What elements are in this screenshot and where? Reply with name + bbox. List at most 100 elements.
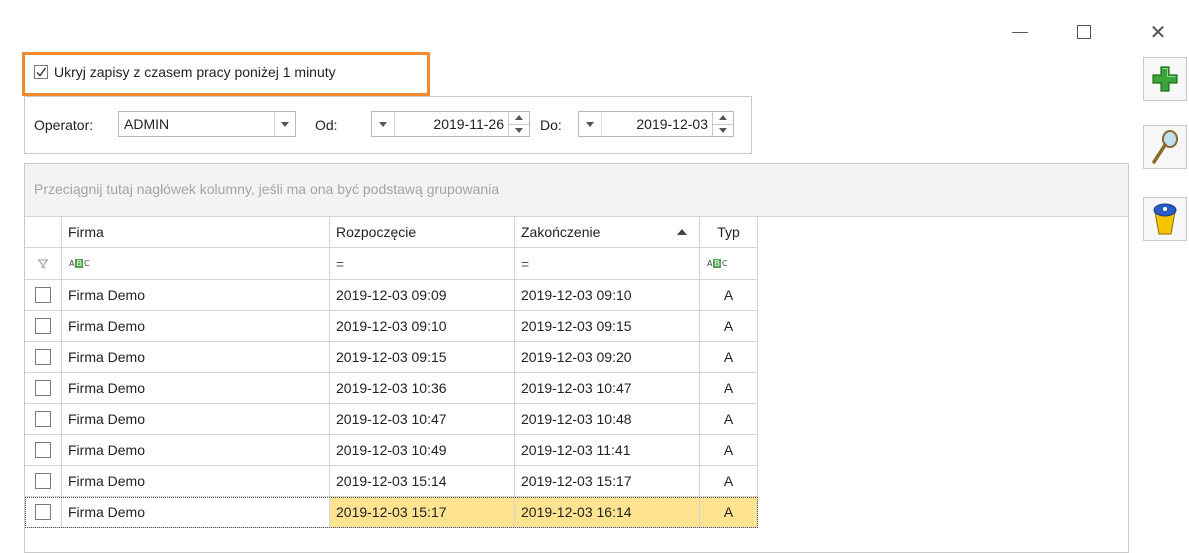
column-header-firma[interactable]: Firma [62, 217, 330, 248]
cell-firma[interactable]: Firma Demo [62, 373, 330, 404]
row-select[interactable] [25, 466, 62, 497]
cell-typ[interactable]: A [700, 373, 758, 404]
cell-rozpoczecie[interactable]: 2019-12-03 10:49 [330, 435, 515, 466]
column-header-rozpoczecie[interactable]: Rozpoczęcie [330, 217, 515, 248]
filter-row-indicator[interactable] [25, 248, 62, 280]
hide-records-option[interactable]: Ukryj zapisy z czasem pracy poniżej 1 mi… [34, 64, 336, 80]
row-select[interactable] [25, 311, 62, 342]
cell-typ[interactable]: A [700, 497, 758, 528]
row-checkbox[interactable] [35, 442, 51, 458]
maximize-button[interactable] [1062, 14, 1106, 50]
date-from-spinner[interactable] [508, 112, 529, 136]
operator-dropdown-button[interactable] [274, 112, 295, 136]
arrow-down-icon [719, 127, 727, 133]
cell-zakonczenie[interactable]: 2019-12-03 15:17 [515, 466, 700, 497]
minimize-button[interactable] [998, 14, 1042, 50]
row-select[interactable] [25, 280, 62, 311]
cell-zakonczenie[interactable]: 2019-12-03 11:41 [515, 435, 700, 466]
column-header-typ[interactable]: Typ [700, 217, 758, 248]
date-to-value: 2019-12-03 [636, 116, 708, 132]
row-select[interactable] [25, 404, 62, 435]
operator-combo[interactable]: ADMIN [118, 111, 296, 137]
arrow-down-icon [515, 127, 523, 133]
spin-down-button[interactable] [509, 125, 529, 137]
header-label: Typ [717, 224, 740, 240]
cell-typ[interactable]: A [700, 311, 758, 342]
close-button[interactable]: ✕ [1136, 14, 1180, 50]
row-select[interactable] [25, 435, 62, 466]
filter-cell-zakonczenie[interactable]: = [515, 248, 700, 280]
header-label: Rozpoczęcie [336, 224, 417, 240]
cell-firma-text: Firma Demo [68, 318, 146, 334]
date-from-dropdown[interactable] [372, 112, 395, 136]
date-to-spinner[interactable] [712, 112, 733, 136]
row-select[interactable] [25, 342, 62, 373]
cell-firma[interactable]: Firma Demo [62, 311, 330, 342]
cell-rozpoczecie[interactable]: 2019-12-03 15:17 [330, 497, 515, 528]
cell-typ-text: A [723, 349, 734, 365]
cell-zakonczenie[interactable]: 2019-12-03 09:15 [515, 311, 700, 342]
cell-rozpoczecie[interactable]: 2019-12-03 10:36 [330, 373, 515, 404]
cell-firma-text: Firma Demo [68, 473, 146, 489]
cell-zakonczenie-text: 2019-12-03 15:17 [521, 473, 632, 489]
spin-up-button[interactable] [509, 112, 529, 125]
cell-rozpoczecie[interactable]: 2019-12-03 10:47 [330, 404, 515, 435]
arrow-up-icon [719, 115, 727, 121]
row-checkbox[interactable] [35, 411, 51, 427]
row-checkbox[interactable] [35, 349, 51, 365]
cell-rozpoczecie[interactable]: 2019-12-03 15:14 [330, 466, 515, 497]
row-checkbox[interactable] [35, 287, 51, 303]
cell-zakonczenie[interactable]: 2019-12-03 10:47 [515, 373, 700, 404]
filter-cell-firma[interactable]: ABC [62, 248, 330, 280]
cell-rozpoczecie[interactable]: 2019-12-03 09:10 [330, 311, 515, 342]
cell-rozpoczecie[interactable]: 2019-12-03 09:15 [330, 342, 515, 373]
cell-firma[interactable]: Firma Demo [62, 342, 330, 373]
add-button[interactable] [1143, 57, 1187, 101]
cell-zakonczenie-text: 2019-12-03 10:48 [521, 411, 632, 427]
cell-rozpoczecie-text: 2019-12-03 09:09 [336, 287, 447, 303]
row-checkbox[interactable] [35, 318, 51, 334]
cell-firma[interactable]: Firma Demo [62, 497, 330, 528]
delete-button[interactable] [1143, 197, 1187, 241]
cell-typ-text: A [723, 442, 734, 458]
cell-rozpoczecie-text: 2019-12-03 10:36 [336, 380, 447, 396]
cell-zakonczenie[interactable]: 2019-12-03 10:48 [515, 404, 700, 435]
row-checkbox[interactable] [35, 504, 51, 520]
cell-typ-text: A [723, 504, 734, 520]
search-button[interactable] [1143, 125, 1187, 169]
cell-rozpoczecie[interactable]: 2019-12-03 09:09 [330, 280, 515, 311]
filter-cell-rozpoczecie[interactable]: = [330, 248, 515, 280]
column-header-zakonczenie[interactable]: Zakończenie [515, 217, 700, 248]
date-to-field[interactable]: 2019-12-03 [578, 111, 734, 137]
spin-up-button[interactable] [713, 112, 733, 125]
hide-records-checkbox[interactable] [34, 65, 48, 79]
date-from-value: 2019-11-26 [433, 116, 504, 132]
minimize-icon [1012, 31, 1028, 33]
row-checkbox[interactable] [35, 473, 51, 489]
cell-firma[interactable]: Firma Demo [62, 404, 330, 435]
cell-zakonczenie-text: 2019-12-03 10:47 [521, 380, 632, 396]
filter-cell-typ[interactable]: ABC [700, 248, 758, 280]
date-from-field[interactable]: 2019-11-26 [371, 111, 530, 137]
cell-typ[interactable]: A [700, 280, 758, 311]
cell-typ[interactable]: A [700, 342, 758, 373]
cell-zakonczenie[interactable]: 2019-12-03 16:14 [515, 497, 700, 528]
spin-down-button[interactable] [713, 125, 733, 137]
cell-typ-text: A [723, 411, 734, 427]
cell-firma[interactable]: Firma Demo [62, 435, 330, 466]
cell-firma[interactable]: Firma Demo [62, 280, 330, 311]
row-checkbox[interactable] [35, 380, 51, 396]
cell-zakonczenie[interactable]: 2019-12-03 09:20 [515, 342, 700, 373]
cell-typ[interactable]: A [700, 404, 758, 435]
row-select[interactable] [25, 373, 62, 404]
maximize-icon [1077, 25, 1091, 39]
cell-typ[interactable]: A [700, 435, 758, 466]
cell-firma[interactable]: Firma Demo [62, 466, 330, 497]
date-to-dropdown[interactable] [579, 112, 602, 136]
cell-typ[interactable]: A [700, 466, 758, 497]
cell-zakonczenie-text: 2019-12-03 09:15 [521, 318, 632, 334]
cell-zakonczenie[interactable]: 2019-12-03 09:10 [515, 280, 700, 311]
text-filter-icon: ABC [707, 259, 728, 268]
chevron-down-icon [281, 121, 289, 127]
row-select[interactable] [25, 497, 62, 528]
